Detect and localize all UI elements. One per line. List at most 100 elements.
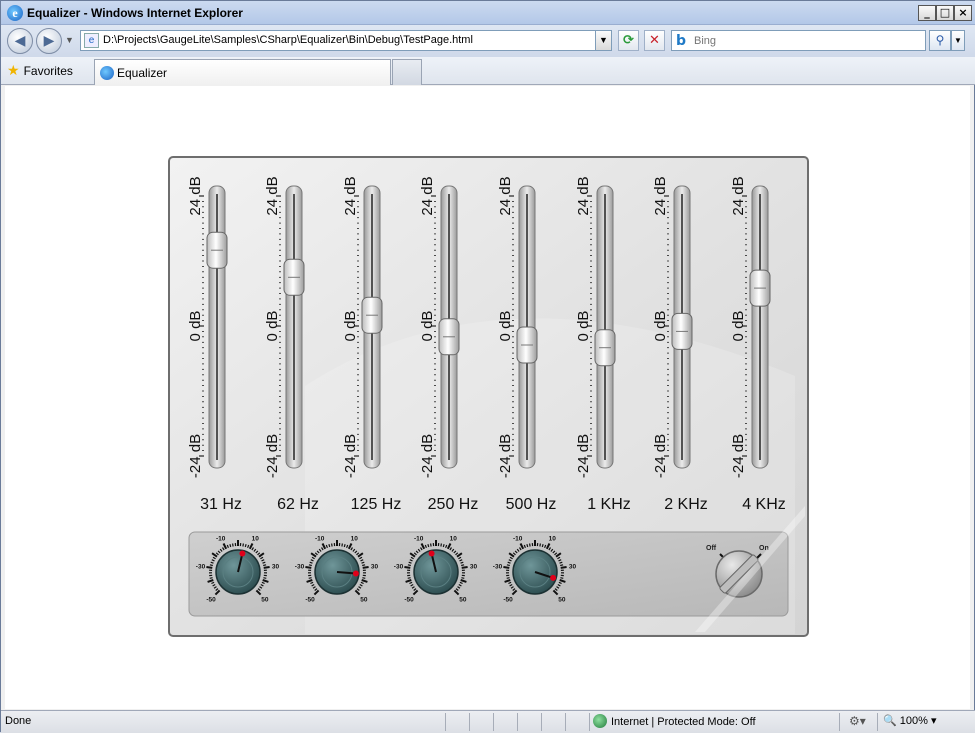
knob-tick <box>264 567 270 568</box>
knob-scale-label: 50 <box>459 596 467 603</box>
address-bar[interactable]: e D:\Projects\GaugeLite\Samples\CSharp\E… <box>80 30 612 51</box>
knob-scale-label: 30 <box>371 564 379 571</box>
pop-up-blocker-icon[interactable]: ⚙▾ <box>849 714 866 728</box>
status-separator <box>839 713 840 731</box>
tab-label: Equalizer <box>117 66 167 80</box>
knob-tick <box>461 578 464 579</box>
maximize-button[interactable]: □ <box>936 5 954 21</box>
band-label: 2 KHz <box>664 496 708 513</box>
scale-label-top: 24 dB <box>652 176 669 215</box>
knob-scale-label: -50 <box>305 596 315 603</box>
knob-tick <box>309 565 312 566</box>
knob-tick <box>309 578 312 579</box>
zone-text: Internet | Protected Mode: Off <box>611 716 756 728</box>
stop-button[interactable]: ✕ <box>644 30 665 51</box>
knob-tick <box>431 544 432 547</box>
knob-tick <box>210 565 213 566</box>
knob-tick <box>527 544 528 547</box>
scale-label-bottom: -24 dB <box>264 434 281 478</box>
scale-label-top: 24 dB <box>419 176 436 215</box>
search-button[interactable]: ⚲ <box>929 30 951 51</box>
knob-scale-label: -50 <box>404 596 414 603</box>
search-box[interactable]: b <box>671 30 926 51</box>
scale-label-top: 24 dB <box>264 176 281 215</box>
knob-tick <box>332 544 333 547</box>
knob-tick <box>245 544 246 547</box>
favorites-bar: ★ Favorites Equalizer <box>1 57 975 85</box>
status-separator <box>541 713 542 731</box>
knob-pointer <box>550 575 556 581</box>
security-zone[interactable]: Internet | Protected Mode: Off <box>593 714 756 728</box>
knob-tick <box>342 544 343 547</box>
recent-pages-dropdown-icon[interactable]: ▼ <box>65 35 74 45</box>
scale-label-bottom: -24 dB <box>187 434 204 478</box>
forward-button[interactable]: ▶ <box>36 28 62 54</box>
knob-tick <box>362 565 365 566</box>
knob-scale-label: 30 <box>569 564 577 571</box>
knob-pointer <box>429 551 435 557</box>
scale-label-mid: 0 dB <box>264 311 281 342</box>
favorites-button[interactable]: ★ Favorites <box>7 62 73 79</box>
scale-label-mid: 0 dB <box>730 311 747 342</box>
knob-tick <box>263 578 266 579</box>
favorites-label: Favorites <box>24 64 73 78</box>
knob-tick <box>443 544 444 547</box>
status-text: Done <box>5 715 31 727</box>
zoom-control[interactable]: 🔍 100% ▾ <box>883 714 936 727</box>
scale-label-mid: 0 dB <box>419 311 436 342</box>
address-text[interactable]: D:\Projects\GaugeLite\Samples\CSharp\Equ… <box>103 34 473 46</box>
knob-tick <box>560 578 563 579</box>
status-separator <box>565 713 566 731</box>
scale-label-bottom: -24 dB <box>730 434 747 478</box>
knob-scale-label: 30 <box>272 564 280 571</box>
knob-tick <box>428 544 429 547</box>
zoom-level: 100% <box>900 715 928 727</box>
close-button[interactable]: × <box>954 5 972 21</box>
knob-scale-label: 30 <box>470 564 478 571</box>
ie-icon: e <box>7 5 23 21</box>
back-button[interactable]: ◀ <box>7 28 33 54</box>
status-separator <box>469 713 470 731</box>
knob-pointer <box>239 551 245 557</box>
title-bar: e Equalizer - Windows Internet Explorer … <box>1 1 975 25</box>
scale-label-top: 24 dB <box>730 176 747 215</box>
knob-tick <box>210 578 213 579</box>
knob-tick <box>344 544 345 547</box>
status-separator <box>445 713 446 731</box>
refresh-button[interactable]: ⟳ <box>618 30 639 51</box>
band-label: 4 KHz <box>742 496 786 513</box>
window-title: Equalizer - Windows Internet Explorer <box>27 6 243 20</box>
knob-tick <box>404 567 410 568</box>
search-input[interactable] <box>694 33 919 49</box>
minimize-button[interactable]: _ <box>918 5 936 21</box>
knob-tick <box>408 565 411 566</box>
knob-scale-label: 10 <box>252 536 260 543</box>
knob-tick <box>305 567 311 568</box>
tab-equalizer[interactable]: Equalizer <box>94 59 391 85</box>
knob-panel <box>189 532 788 616</box>
knob-tick <box>329 544 330 547</box>
knob-scale-label: -30 <box>493 564 503 571</box>
band-label: 250 Hz <box>428 496 479 513</box>
band-label: 500 Hz <box>506 496 557 513</box>
equalizer-control: 24 dB0 dB-24 dB31 Hz24 dB0 dB-24 dB62 Hz… <box>5 86 970 709</box>
knob-tick <box>243 544 244 547</box>
new-tab-button[interactable] <box>392 59 422 85</box>
bing-icon: b <box>676 33 686 49</box>
status-separator <box>493 713 494 731</box>
page-icon: e <box>84 33 99 48</box>
status-separator <box>517 713 518 731</box>
browser-window: e Equalizer - Windows Internet Explorer … <box>0 0 975 732</box>
scale-label-top: 24 dB <box>342 176 359 215</box>
knob-tick <box>507 565 510 566</box>
knob-scale-label: -10 <box>216 536 226 543</box>
knob-scale-label: -30 <box>196 564 206 571</box>
ie-icon <box>100 66 114 80</box>
scale-label-mid: 0 dB <box>187 311 204 342</box>
star-icon: ★ <box>7 62 20 78</box>
band-label: 62 Hz <box>277 496 319 513</box>
address-dropdown-button[interactable]: ▼ <box>595 31 611 50</box>
search-options-button[interactable]: ▼ <box>951 30 965 51</box>
knob-tick <box>561 567 567 568</box>
knob-pointer <box>353 571 359 577</box>
